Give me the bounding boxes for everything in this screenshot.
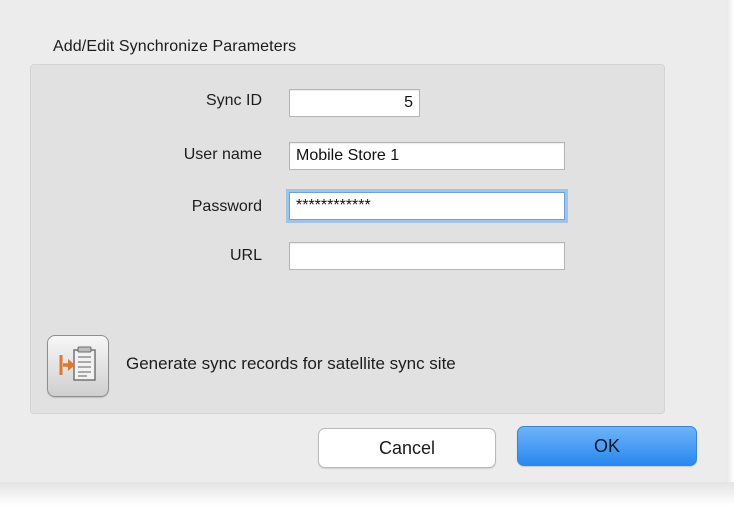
ok-button[interactable]: OK (517, 426, 697, 466)
generate-sync-records-button[interactable] (47, 335, 109, 397)
user-name-field[interactable]: Mobile Store 1 (289, 142, 565, 170)
dialog-shadow (726, 0, 734, 506)
dialog-shadow-bottom (0, 482, 734, 506)
cancel-button[interactable]: Cancel (318, 428, 496, 468)
sync-id-field[interactable]: 5 (289, 89, 420, 117)
password-field[interactable]: ************ (289, 192, 565, 220)
password-label: Password (191, 198, 262, 215)
sync-parameters-dialog: Add/Edit Synchronize Parameters Sync ID … (0, 0, 734, 506)
group-title: Add/Edit Synchronize Parameters (53, 38, 297, 55)
generate-sync-records-label: Generate sync records for satellite sync… (126, 354, 456, 373)
generate-records-icon (59, 346, 96, 381)
user-name-label: User name (183, 146, 262, 163)
url-field[interactable] (289, 242, 565, 270)
url-label: URL (229, 247, 262, 264)
sync-id-label: Sync ID (205, 92, 262, 109)
